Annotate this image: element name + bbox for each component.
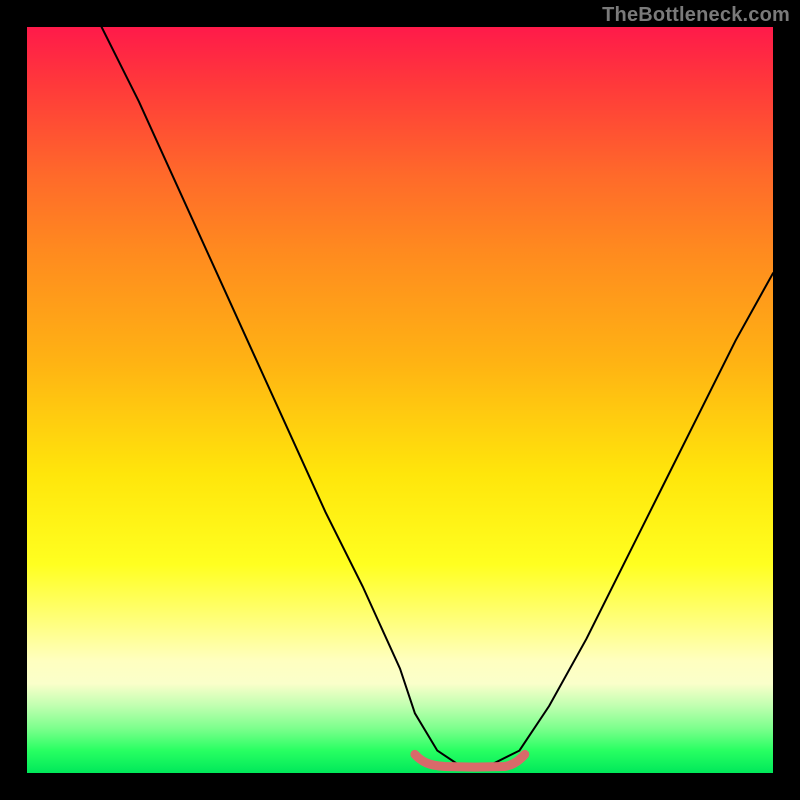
chart-plot-area bbox=[27, 27, 773, 773]
watermark-text: TheBottleneck.com bbox=[602, 4, 790, 27]
chart-svg bbox=[27, 27, 773, 773]
bottleneck-curve bbox=[102, 27, 773, 766]
